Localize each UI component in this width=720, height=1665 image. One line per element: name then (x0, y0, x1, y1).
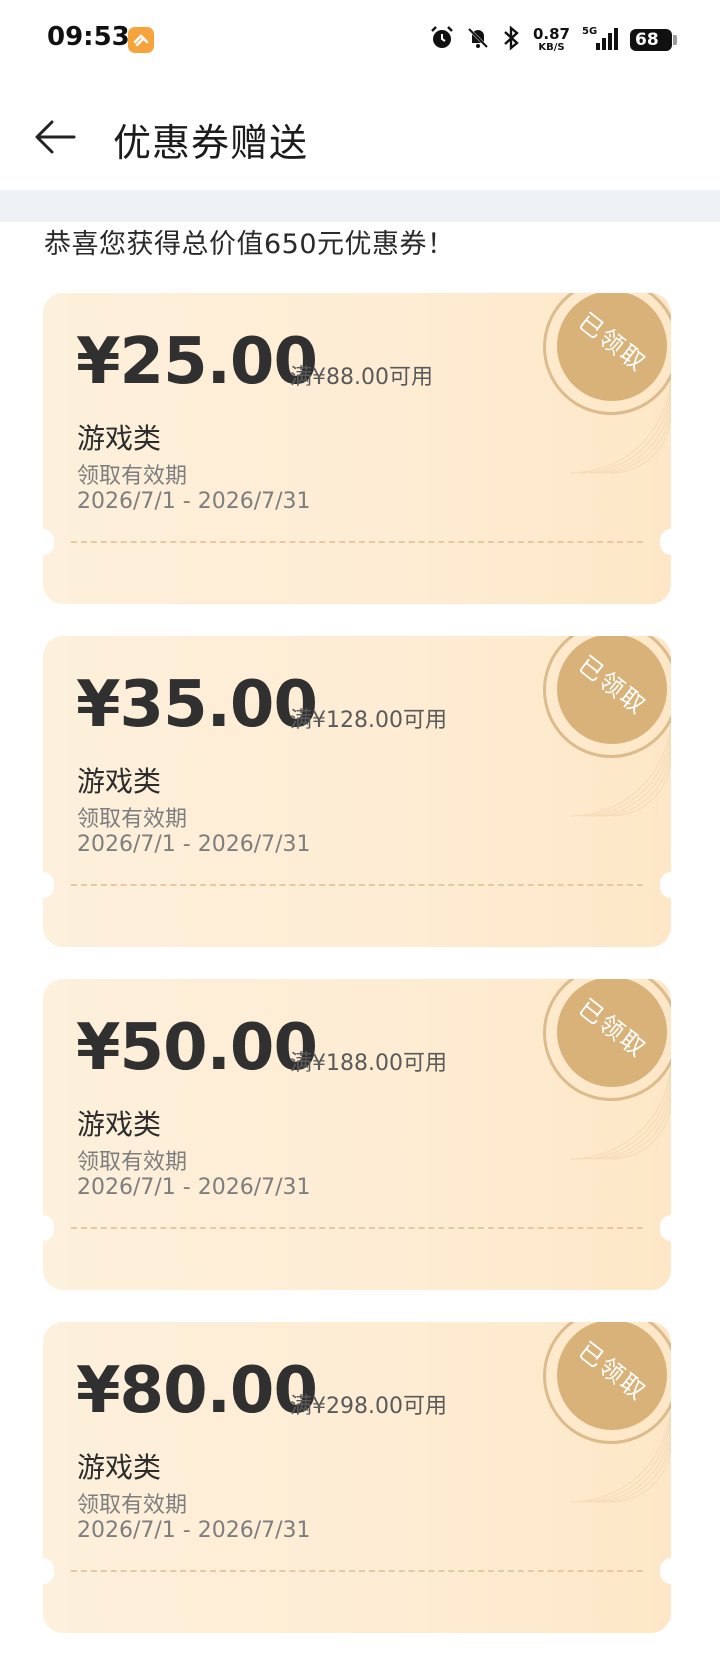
coupon-validity-range: 2026/7/1 - 2026/7/31 (77, 1175, 311, 1200)
app-header: 优惠券赠送 (0, 80, 720, 190)
coupon-card[interactable]: ¥50.00 满¥188.00可用 游戏类 领取有效期 2026/7/1 - 2… (43, 979, 671, 1290)
coupon-divider (71, 541, 643, 543)
coupon-validity-label: 领取有效期 (77, 1493, 188, 1518)
coupon-amount: ¥80.00 (76, 1354, 318, 1428)
coupon-category: 游戏类 (77, 422, 162, 455)
coupon-notch-left (43, 1215, 54, 1241)
section-divider (0, 190, 720, 222)
coupon-notch-left (43, 872, 54, 898)
coupon-notch-left (43, 1558, 54, 1584)
coupon-validity-label: 领取有效期 (77, 464, 188, 489)
coupon-category: 游戏类 (77, 1108, 162, 1141)
back-button[interactable] (30, 112, 80, 162)
coupon-validity-range: 2026/7/1 - 2026/7/31 (77, 1518, 311, 1543)
status-bar: 09:53 0.87 KB/S 5G 68 (0, 0, 720, 80)
coupon-divider (71, 884, 643, 886)
claimed-stamp: 已领取 (543, 1322, 671, 1444)
coupon-amount: ¥25.00 (76, 325, 318, 399)
status-time: 09:53 (47, 22, 130, 52)
coupon-card[interactable]: ¥35.00 满¥128.00可用 游戏类 领取有效期 2026/7/1 - 2… (43, 636, 671, 947)
coupon-card[interactable]: ¥25.00 满¥88.00可用 游戏类 领取有效期 2026/7/1 - 20… (43, 293, 671, 604)
alarm-icon (429, 25, 455, 55)
congrats-message: 恭喜您获得总价值650元优惠券！ (44, 229, 455, 260)
app-notification-icon (128, 27, 154, 53)
signal-5g-icon: 5G (580, 25, 620, 55)
coupon-validity-range: 2026/7/1 - 2026/7/31 (77, 832, 311, 857)
network-speed-unit: KB/S (538, 42, 565, 53)
coupon-divider (71, 1227, 643, 1229)
coupon-notch-right (660, 1558, 671, 1584)
status-icons: 0.87 KB/S 5G 68 (429, 22, 677, 58)
claimed-stamp: 已领取 (543, 293, 671, 415)
coupon-validity-label: 领取有效期 (77, 1150, 188, 1175)
claimed-stamp: 已领取 (543, 636, 671, 758)
coupon-validity-label: 领取有效期 (77, 807, 188, 832)
svg-text:5G: 5G (582, 26, 597, 37)
arrow-left-icon (35, 120, 76, 154)
mute-bell-icon (465, 25, 491, 55)
coupon-notch-left (43, 529, 54, 555)
coupon-notch-right (660, 872, 671, 898)
claimed-stamp: 已领取 (543, 979, 671, 1101)
battery-indicator: 68 (630, 29, 677, 51)
coupon-divider (71, 1570, 643, 1572)
coupon-validity-range: 2026/7/1 - 2026/7/31 (77, 489, 311, 514)
coupon-list: ¥25.00 满¥88.00可用 游戏类 领取有效期 2026/7/1 - 20… (43, 293, 671, 1665)
coupon-threshold: 满¥88.00可用 (290, 365, 433, 390)
coupon-threshold: 满¥128.00可用 (290, 708, 447, 733)
network-speed: 0.87 KB/S (533, 27, 570, 53)
coupon-card[interactable]: ¥80.00 满¥298.00可用 游戏类 领取有效期 2026/7/1 - 2… (43, 1322, 671, 1633)
coupon-threshold: 满¥188.00可用 (290, 1051, 447, 1076)
coupon-notch-right (660, 529, 671, 555)
page-title: 优惠券赠送 (113, 121, 309, 165)
bluetooth-icon (501, 25, 523, 55)
coupon-threshold: 满¥298.00可用 (290, 1394, 447, 1419)
coupon-amount: ¥50.00 (76, 1011, 318, 1085)
coupon-amount: ¥35.00 (76, 668, 318, 742)
network-speed-value: 0.87 (532, 25, 570, 43)
battery-level: 68 (635, 30, 659, 50)
coupon-category: 游戏类 (77, 1451, 162, 1484)
coupon-notch-right (660, 1215, 671, 1241)
coupon-category: 游戏类 (77, 765, 162, 798)
